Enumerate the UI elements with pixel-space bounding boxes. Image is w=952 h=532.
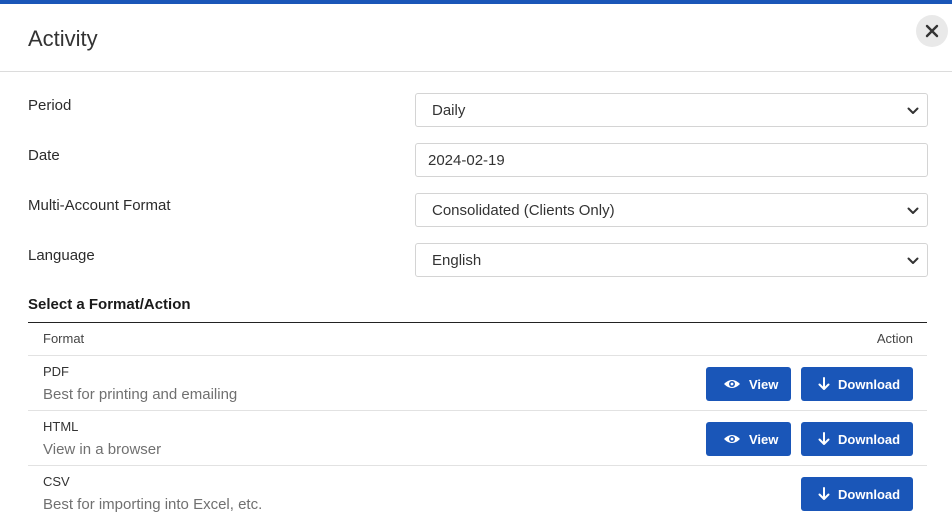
chevron-down-icon xyxy=(907,207,919,214)
date-value: 2024-02-19 xyxy=(428,151,505,169)
arrow-down-icon xyxy=(818,377,830,390)
language-row: Language English xyxy=(0,243,952,277)
format-name: CSV xyxy=(43,474,70,489)
format-description: View in a browser xyxy=(43,441,162,458)
dialog-header: Activity xyxy=(0,4,952,72)
table-header: Format Action xyxy=(28,323,927,356)
language-value: English xyxy=(432,251,482,269)
view-button[interactable]: View xyxy=(706,422,791,456)
table-row: HTML View in a browser View Download xyxy=(28,411,927,466)
column-header-format: Format xyxy=(43,331,85,346)
eye-icon xyxy=(724,380,740,388)
section-title: Select a Format/Action xyxy=(28,296,191,313)
multi-account-row: Multi-Account Format Consolidated (Clien… xyxy=(0,193,952,227)
download-button-label: Download xyxy=(838,376,901,392)
download-button[interactable]: Download xyxy=(801,367,913,401)
format-description: Best for importing into Excel, etc. xyxy=(43,496,263,513)
multi-account-select[interactable]: Consolidated (Clients Only) xyxy=(415,193,928,227)
view-button[interactable]: View xyxy=(706,367,791,401)
table-row: CSV Best for importing into Excel, etc. … xyxy=(28,466,927,521)
arrow-down-icon xyxy=(818,487,830,500)
view-button-label: View xyxy=(749,431,779,447)
table-row: PDF Best for printing and emailing View … xyxy=(28,356,927,411)
download-button-label: Download xyxy=(838,431,901,447)
format-description: Best for printing and emailing xyxy=(43,386,238,403)
chevron-down-icon xyxy=(907,257,919,264)
column-header-action: Action xyxy=(876,331,913,346)
arrow-down-icon xyxy=(818,432,830,445)
period-select[interactable]: Daily xyxy=(415,93,928,127)
format-name: HTML xyxy=(43,419,79,434)
period-row: Period Daily xyxy=(0,93,952,127)
download-button[interactable]: Download xyxy=(801,477,913,511)
view-button-label: View xyxy=(749,376,779,392)
dialog-title: Activity xyxy=(28,26,98,51)
language-select[interactable]: English xyxy=(415,243,928,277)
format-name: PDF xyxy=(43,364,69,379)
multi-account-label: Multi-Account Format xyxy=(28,197,171,214)
close-button[interactable] xyxy=(916,15,948,47)
close-icon xyxy=(925,24,939,38)
language-label: Language xyxy=(28,247,95,264)
date-label: Date xyxy=(28,147,60,164)
period-label: Period xyxy=(28,97,72,114)
download-button-label: Download xyxy=(838,486,901,502)
date-row: Date 2024-02-19 xyxy=(0,143,952,177)
chevron-down-icon xyxy=(907,107,919,114)
multi-account-value: Consolidated (Clients Only) xyxy=(432,201,615,219)
download-button[interactable]: Download xyxy=(801,422,913,456)
date-input[interactable]: 2024-02-19 xyxy=(415,143,928,177)
eye-icon xyxy=(724,435,740,443)
period-value: Daily xyxy=(432,101,466,119)
